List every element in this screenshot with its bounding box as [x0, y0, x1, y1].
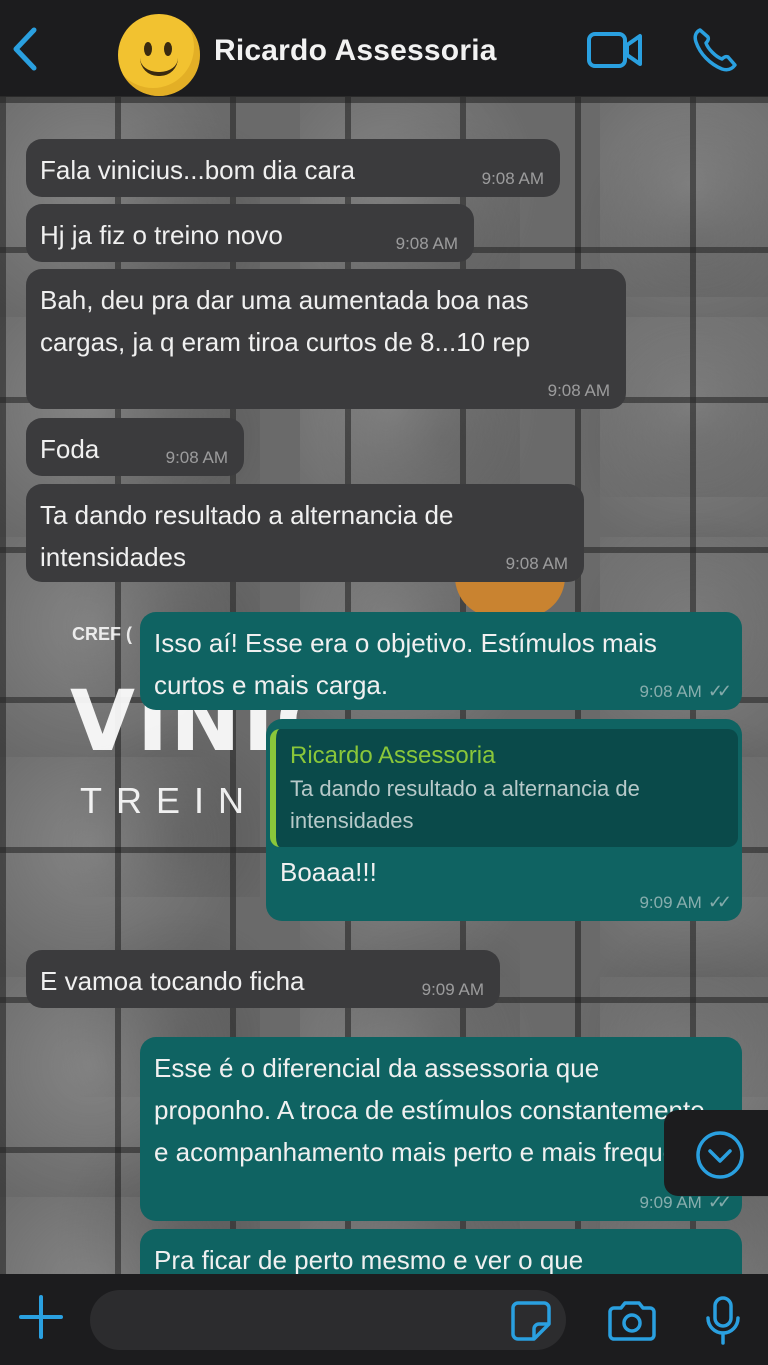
message-bubble[interactable]: Foda 9:08 AM — [26, 418, 244, 476]
message-time: 9:08 AM — [165, 448, 228, 467]
quoted-message[interactable]: Ricardo Assessoria Ta dando resultado a … — [270, 729, 738, 847]
quoted-text: Ta dando resultado a alternancia de inte… — [290, 776, 640, 833]
message-time: 9:09 AM — [421, 980, 484, 999]
message-time-text: 9:08 AM — [639, 682, 702, 701]
message-time: 9:08 AM — [395, 234, 458, 253]
chat-area[interactable]: CREF ( VINIC TREIN Fala vinicius...bom d… — [0, 97, 768, 1274]
message-time: 9:08 AM ✓✓ — [639, 681, 732, 702]
message-bubble[interactable]: Hj ja fiz o treino novo 9:08 AM — [26, 204, 474, 262]
message-text: Fala vinicius...bom dia cara — [40, 155, 356, 185]
message-text: Pra ficar de perto mesmo e ver o que — [154, 1245, 584, 1274]
message-text: Ta dando resultado a alternancia de inte… — [40, 500, 454, 572]
voice-call-button[interactable] — [690, 26, 740, 74]
message-text: Foda — [40, 434, 100, 464]
message-bubble[interactable]: Ta dando resultado a alternancia de inte… — [26, 484, 584, 582]
chevron-left-icon — [13, 27, 37, 71]
message-time: 9:08 AM — [481, 169, 544, 188]
message-bubble-outgoing[interactable]: Isso aí! Esse era o objetivo. Estímulos … — [140, 612, 742, 710]
video-camera-icon — [587, 32, 642, 68]
phone-icon — [693, 28, 737, 72]
message-time: 9:08 AM — [547, 381, 610, 400]
sticker-icon — [511, 1301, 551, 1341]
attach-button[interactable] — [18, 1294, 64, 1340]
message-bubble-outgoing[interactable]: Esse é o diferencial da assessoria que p… — [140, 1037, 742, 1221]
message-text: Esse é o diferencial da assessoria que p… — [154, 1053, 721, 1167]
camera-icon — [608, 1301, 656, 1341]
message-text: Isso aí! Esse era o objetivo. Estímulos … — [154, 628, 657, 700]
camera-button[interactable] — [606, 1300, 658, 1342]
message-bubble[interactable]: Fala vinicius...bom dia cara 9:08 AM — [26, 139, 560, 197]
chat-header: Ricardo Assessoria — [0, 0, 768, 97]
contact-name[interactable]: Ricardo Assessoria — [214, 34, 497, 68]
message-text: Boaaa!!! — [280, 857, 377, 887]
avatar-smile — [140, 58, 178, 76]
message-bubble-reply[interactable]: Ricardo Assessoria Ta dando resultado a … — [266, 719, 742, 921]
chevron-down-circle-icon — [696, 1131, 744, 1179]
video-call-button[interactable] — [586, 30, 644, 70]
message-time-text: 9:09 AM — [639, 893, 702, 912]
message-text: Bah, deu pra dar uma aumentada boa nas c… — [40, 285, 530, 357]
microphone-icon — [706, 1296, 740, 1345]
avatar-eye-right — [164, 42, 172, 56]
back-button[interactable] — [8, 24, 44, 74]
background-logo-subtitle: TREIN — [80, 780, 258, 821]
message-text: E vamoa tocando ficha — [40, 966, 305, 996]
message-bubble[interactable]: Bah, deu pra dar uma aumentada boa nas c… — [26, 269, 626, 409]
sticker-button[interactable] — [510, 1300, 552, 1342]
avatar[interactable] — [118, 14, 200, 96]
plus-icon — [19, 1295, 63, 1339]
background-logo-cref: CREF ( — [72, 624, 132, 644]
microphone-button[interactable] — [703, 1296, 743, 1346]
message-bubble-outgoing[interactable]: Pra ficar de perto mesmo e ver o que — [140, 1229, 742, 1274]
composer-bar — [0, 1274, 768, 1365]
avatar-eye-left — [144, 42, 152, 56]
message-bubble[interactable]: E vamoa tocando ficha 9:09 AM — [26, 950, 500, 1008]
message-time: 9:09 AM ✓✓ — [639, 892, 732, 913]
message-input[interactable] — [90, 1290, 566, 1350]
read-ticks-icon: ✓✓ — [707, 681, 732, 701]
scroll-to-bottom-button[interactable] — [664, 1110, 768, 1196]
message-time: 9:08 AM — [505, 554, 568, 573]
quoted-sender: Ricardo Assessoria — [290, 742, 496, 769]
message-text: Hj ja fiz o treino novo — [40, 220, 283, 250]
read-ticks-icon: ✓✓ — [707, 892, 732, 912]
